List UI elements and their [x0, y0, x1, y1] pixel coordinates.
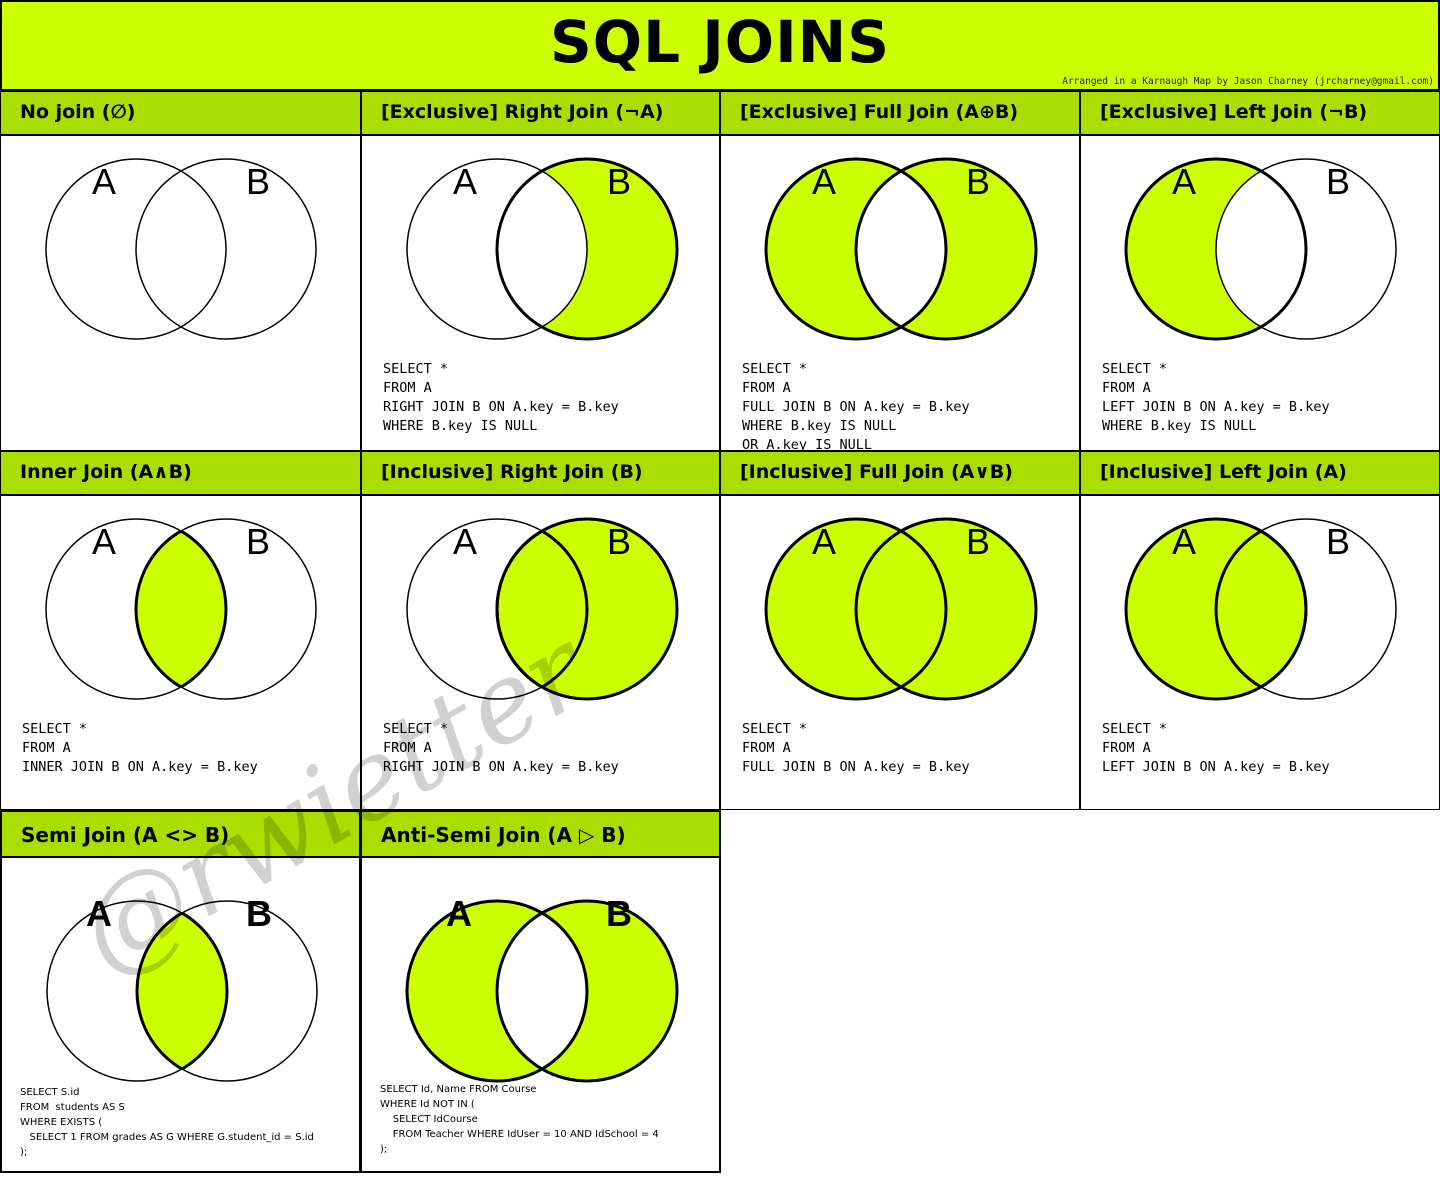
join-title: [Inclusive] Left Join (A)	[1081, 452, 1439, 496]
sql-query: SELECT * FROM A FULL JOIN B ON A.key = B…	[742, 361, 970, 453]
sql-query: SELECT S.id FROM students AS S WHERE EXI…	[20, 1087, 314, 1158]
set-a-label: A	[1172, 161, 1196, 202]
set-a-label: A	[92, 521, 116, 562]
sql-query: SELECT * FROM A INNER JOIN B ON A.key = …	[22, 721, 258, 775]
join-cell: [Inclusive] Left Join (A) A B SELECT * FROM…	[1080, 451, 1440, 810]
venn-diagram: AB	[45, 518, 317, 700]
join-cell: No join (∅) A B	[0, 91, 361, 451]
set-a-label: A	[86, 893, 112, 934]
set-b-label: B	[246, 521, 270, 562]
join-cell: [Exclusive] Right Join (¬A) A B SELECT * FR…	[361, 91, 720, 451]
set-a-label: A	[446, 893, 472, 934]
sql-query: SELECT * FROM A RIGHT JOIN B ON A.key = …	[383, 361, 619, 434]
set-a-label: A	[1172, 521, 1196, 562]
set-a-label: A	[812, 161, 836, 202]
join-cell: [Exclusive] Full Join (A⊕B) A B SELECT * FR…	[720, 91, 1080, 453]
join-title: [Inclusive] Full Join (A∨B)	[721, 452, 1079, 496]
join-cell: [Exclusive] Left Join (¬B) A B SELECT * FRO…	[1080, 91, 1440, 451]
set-b-label: B	[607, 521, 631, 562]
set-b-label: B	[1326, 521, 1350, 562]
join-title: Semi Join (A <> B)	[2, 812, 359, 858]
venn-diagram: AB	[406, 517, 679, 701]
set-a-label: A	[92, 161, 116, 202]
join-title: [Exclusive] Right Join (¬A)	[362, 92, 719, 136]
join-title: No join (∅)	[1, 92, 360, 136]
set-b-label: B	[966, 521, 990, 562]
join-cell: Inner Join (A∧B) A B SELECT * FROM A INNER …	[0, 451, 361, 810]
set-a-label: A	[453, 521, 477, 562]
sql-query: SELECT * FROM A FULL JOIN B ON A.key = B…	[742, 721, 970, 775]
venn-diagram: AB	[1124, 157, 1397, 341]
set-b-label: B	[246, 893, 272, 934]
sql-query: SELECT Id, Name FROM Course WHERE Id NOT…	[380, 1084, 659, 1155]
venn-diagram: AB	[406, 157, 679, 341]
venn-diagram: AB	[46, 893, 318, 1082]
join-cell: [Inclusive] Full Join (A∨B) A B SELECT * FR…	[720, 451, 1080, 810]
join-title: Inner Join (A∧B)	[1, 452, 360, 496]
venn-diagram: AB	[405, 893, 679, 1083]
join-cell: Anti-Semi Join (A ▷ B) A B SELECT Id, Name …	[360, 810, 721, 1173]
title-bar: SQL JOINS Arranged in a Karnaugh Map by …	[0, 0, 1440, 91]
sql-query: SELECT * FROM A LEFT JOIN B ON A.key = B…	[1102, 361, 1330, 434]
set-a-label: A	[453, 161, 477, 202]
venn-diagram: AB	[764, 517, 1038, 701]
venn-diagram: AB	[1124, 517, 1397, 701]
set-b-label: B	[606, 893, 632, 934]
set-b-label: B	[966, 161, 990, 202]
set-b-label: B	[246, 161, 270, 202]
page-title: SQL JOINS	[549, 8, 890, 76]
set-a-label: A	[812, 521, 836, 562]
venn-diagram: AB	[45, 158, 317, 340]
join-cell: [Inclusive] Right Join (B) A B SELECT * FRO…	[361, 451, 720, 810]
sql-query: SELECT * FROM A RIGHT JOIN B ON A.key = …	[383, 721, 619, 775]
join-cell: Semi Join (A <> B) A B SELECT S.id FROM stu…	[0, 810, 361, 1173]
join-title: [Inclusive] Right Join (B)	[362, 452, 719, 496]
join-title: [Exclusive] Full Join (A⊕B)	[721, 92, 1079, 136]
set-b-label: B	[607, 161, 631, 202]
credit-text: Arranged in a Karnaugh Map by Jason Char…	[1062, 76, 1434, 87]
venn-diagram: AB	[764, 157, 1038, 341]
set-b-label: B	[1326, 161, 1350, 202]
join-title: [Exclusive] Left Join (¬B)	[1081, 92, 1439, 136]
sql-query: SELECT * FROM A LEFT JOIN B ON A.key = B…	[1102, 721, 1330, 775]
join-title: Anti-Semi Join (A ▷ B)	[362, 812, 719, 858]
